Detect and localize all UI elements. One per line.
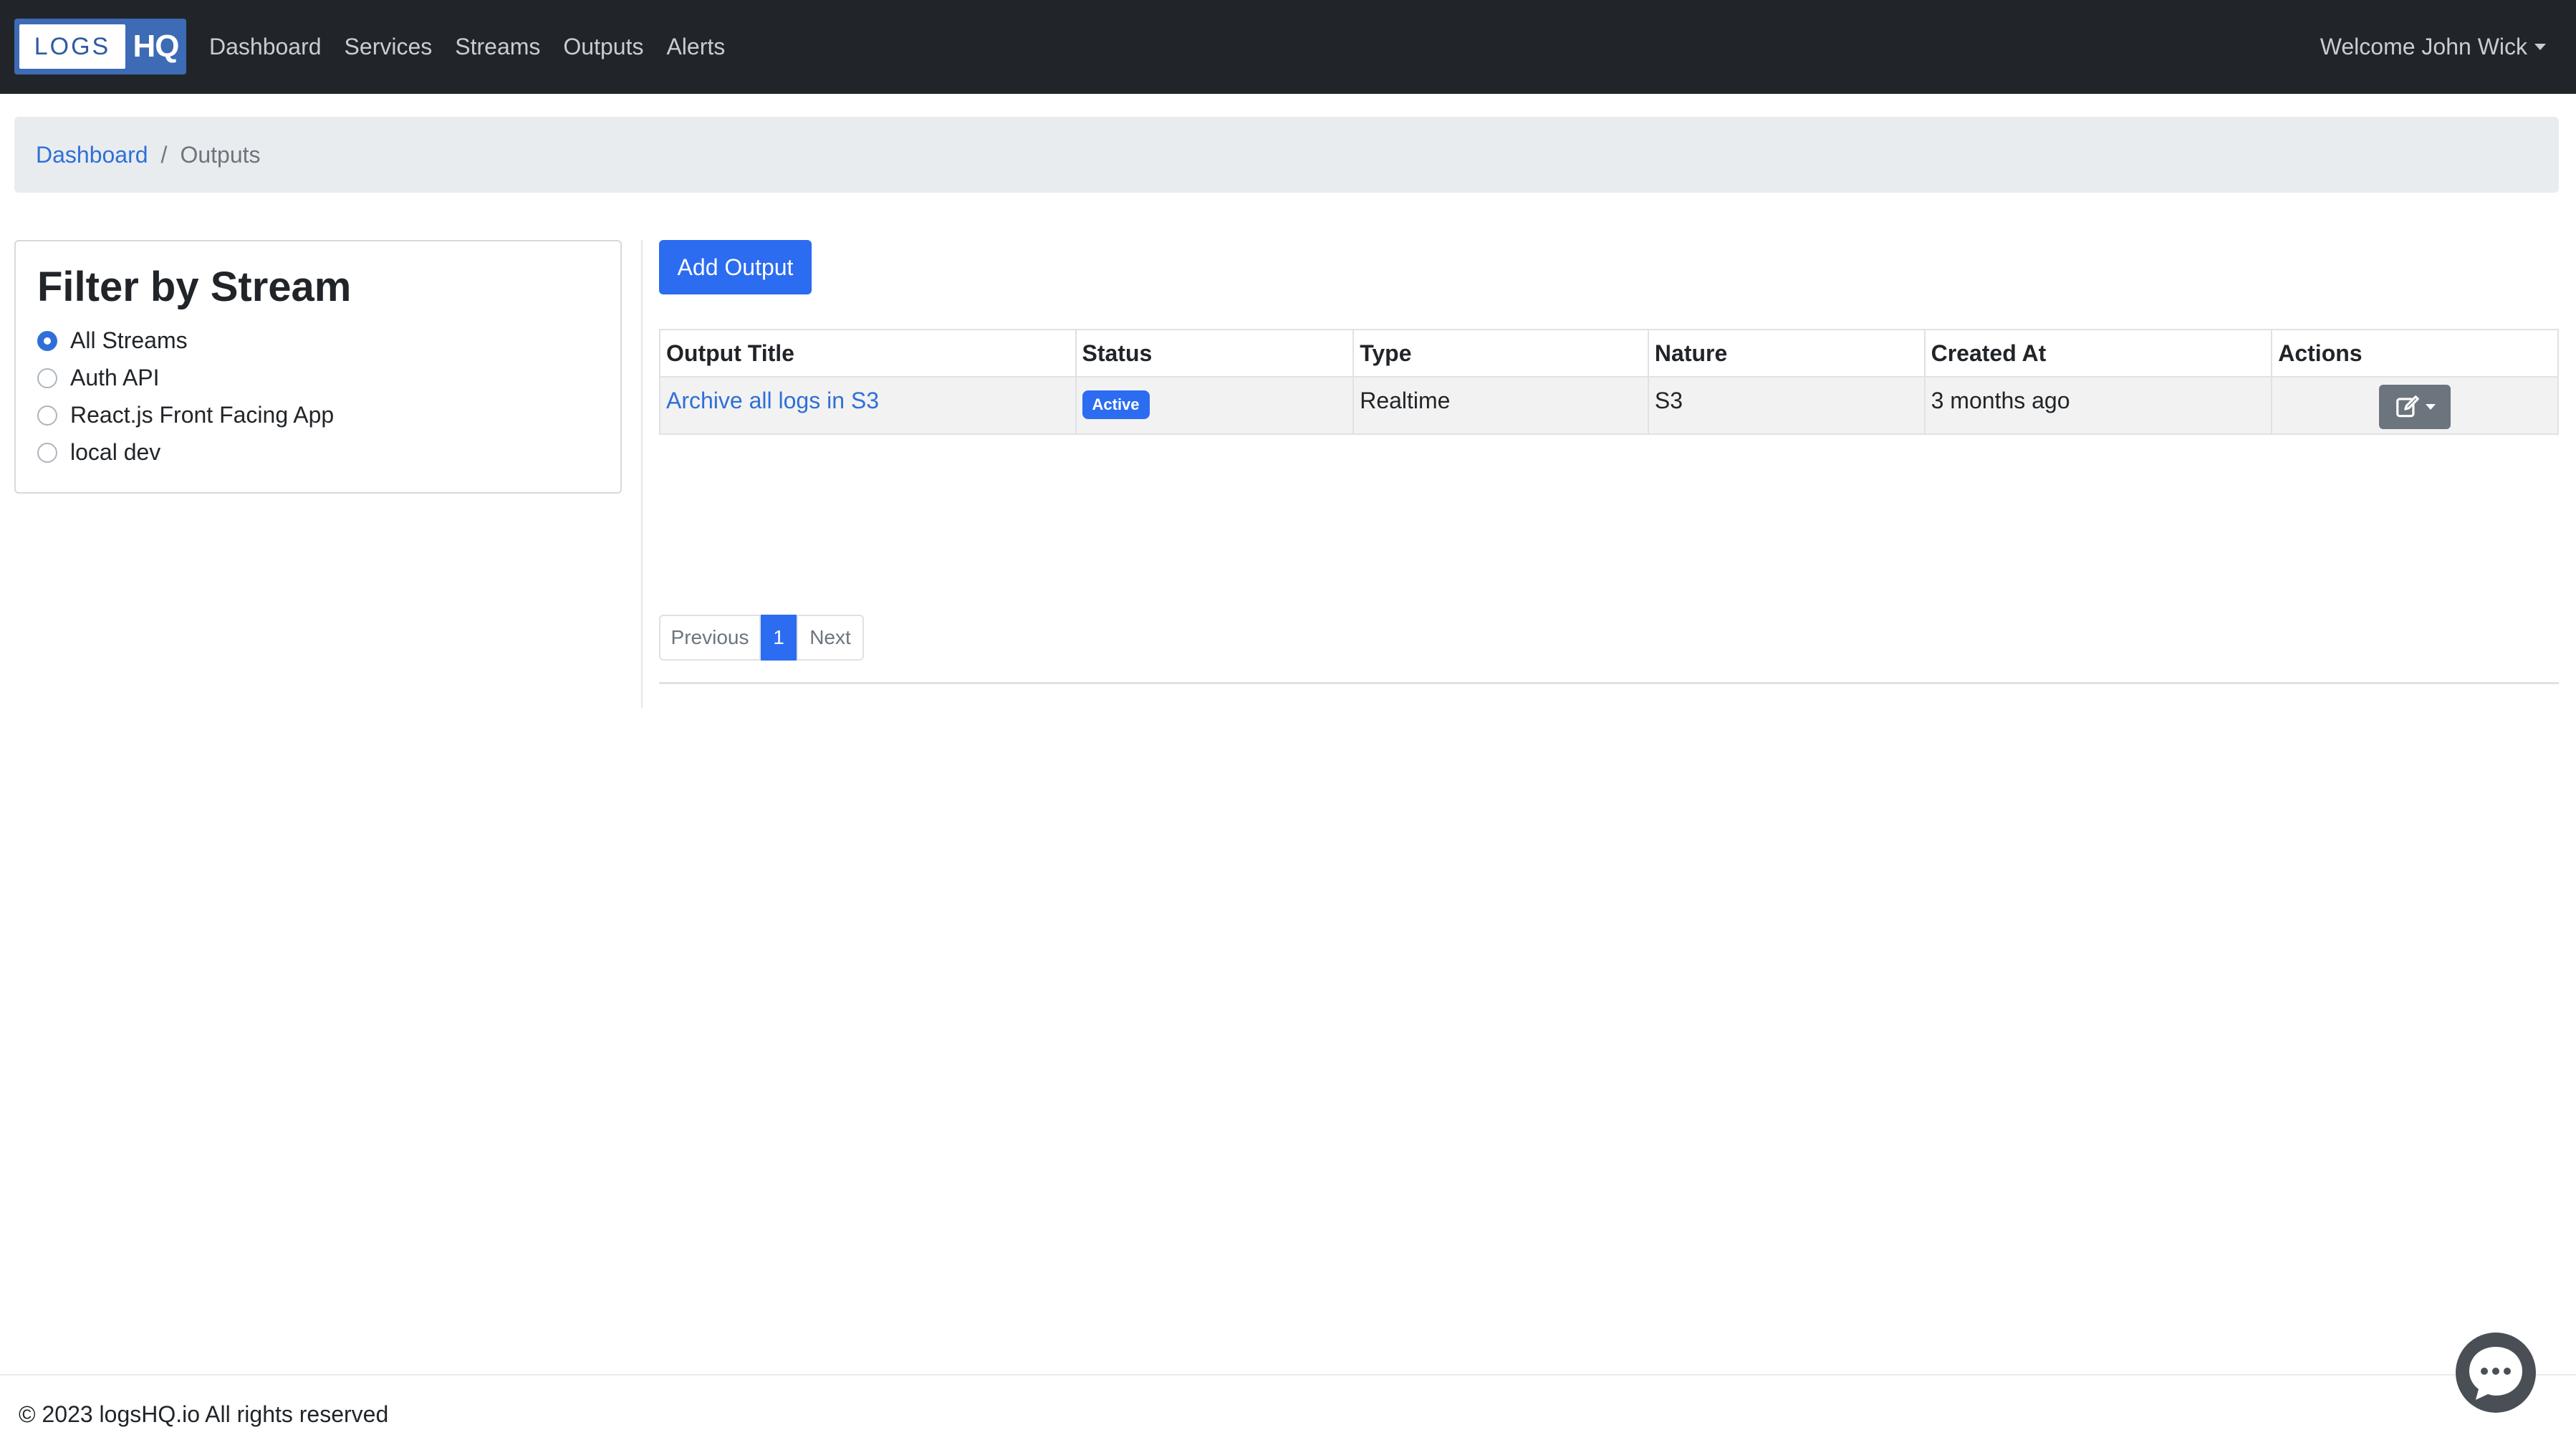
radio-button[interactable] bbox=[37, 442, 57, 463]
radio-button[interactable] bbox=[37, 405, 57, 426]
cell-type: Realtime bbox=[1352, 376, 1649, 435]
filter-option-local-dev[interactable]: local dev bbox=[37, 439, 160, 466]
pagination: Previous 1 Next bbox=[659, 615, 864, 661]
filter-option-all-streams[interactable]: All Streams bbox=[37, 327, 188, 354]
column-header-nature: Nature bbox=[1647, 329, 1926, 378]
logo-text-hq: HQ bbox=[133, 29, 180, 64]
pagination-page-1[interactable]: 1 bbox=[761, 615, 797, 661]
chat-bubble-icon bbox=[2456, 1333, 2536, 1413]
cell-nature: S3 bbox=[1647, 376, 1926, 435]
cell-status: Active bbox=[1075, 376, 1355, 435]
footer-copyright: © 2023 logsHQ.io All rights reserved bbox=[19, 1401, 389, 1427]
nav-links: Dashboard Services Streams Outputs Alert… bbox=[209, 0, 748, 94]
breadcrumb: Dashboard / Outputs bbox=[14, 117, 2559, 193]
table-row: Archive all logs in S3 Active Realtime S… bbox=[659, 376, 2559, 435]
nav-link-streams[interactable]: Streams bbox=[455, 34, 540, 60]
nav-link-outputs[interactable]: Outputs bbox=[563, 34, 643, 60]
actions-dropdown-button[interactable] bbox=[2379, 385, 2451, 429]
footer-divider bbox=[0, 1374, 2576, 1375]
pagination-previous[interactable]: Previous bbox=[659, 615, 761, 661]
edit-icon bbox=[2396, 395, 2419, 418]
filter-option-label: local dev bbox=[70, 439, 161, 465]
breadcrumb-separator: / bbox=[160, 141, 168, 168]
nav-link-services[interactable]: Services bbox=[345, 34, 433, 60]
column-header-output-title: Output Title bbox=[659, 329, 1077, 378]
radio-button-checked[interactable] bbox=[37, 330, 57, 351]
filter-option-label: All Streams bbox=[70, 327, 188, 353]
cell-created-at: 3 months ago bbox=[1923, 376, 2273, 435]
logo-text-logs: LOGS bbox=[19, 24, 125, 69]
nav-link-dashboard[interactable]: Dashboard bbox=[209, 34, 322, 60]
filter-title: Filter by Stream bbox=[37, 264, 352, 310]
breadcrumb-link-dashboard[interactable]: Dashboard bbox=[36, 142, 148, 168]
outputs-table: Output Title Status Type Nature Created … bbox=[659, 329, 2559, 435]
column-header-status: Status bbox=[1075, 329, 1355, 378]
breadcrumb-current: Outputs bbox=[180, 141, 261, 168]
column-header-created-at: Created At bbox=[1923, 329, 2273, 378]
chevron-down-icon bbox=[2426, 404, 2436, 410]
filter-option-label: Auth API bbox=[70, 365, 160, 390]
pagination-next[interactable]: Next bbox=[797, 615, 864, 661]
output-title-link[interactable]: Archive all logs in S3 bbox=[666, 388, 879, 413]
chat-widget-button[interactable] bbox=[2454, 1331, 2537, 1414]
table-header-row: Output Title Status Type Nature Created … bbox=[659, 329, 2559, 378]
nav-link-alerts[interactable]: Alerts bbox=[666, 34, 725, 60]
column-header-type: Type bbox=[1352, 329, 1649, 378]
filter-option-react-app[interactable]: React.js Front Facing App bbox=[37, 402, 334, 428]
cell-output-title: Archive all logs in S3 bbox=[659, 376, 1077, 435]
column-divider bbox=[641, 240, 643, 708]
radio-button[interactable] bbox=[37, 368, 57, 388]
user-menu-dropdown[interactable]: Welcome John Wick bbox=[2320, 0, 2546, 94]
status-badge: Active bbox=[1082, 390, 1150, 419]
chevron-down-icon bbox=[2534, 44, 2546, 50]
top-navbar: LOGS HQ Dashboard Services Streams Outpu… bbox=[0, 0, 2576, 94]
cell-actions bbox=[2271, 376, 2559, 435]
user-menu-label: Welcome John Wick bbox=[2320, 34, 2527, 59]
logo[interactable]: LOGS HQ bbox=[14, 19, 186, 75]
filter-option-label: React.js Front Facing App bbox=[70, 402, 335, 428]
add-output-button[interactable]: Add Output bbox=[659, 240, 812, 294]
filter-by-stream-card: Filter by Stream All Streams Auth API Re… bbox=[14, 240, 622, 494]
column-header-actions: Actions bbox=[2271, 329, 2559, 378]
filter-option-auth-api[interactable]: Auth API bbox=[37, 365, 160, 391]
section-divider bbox=[659, 682, 2559, 684]
